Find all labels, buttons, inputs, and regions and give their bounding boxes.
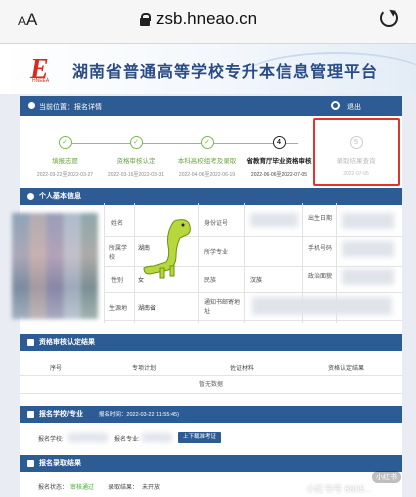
divider bbox=[104, 320, 402, 321]
step-1: ✓ 填报志愿 2022-03-22至2022-03-27 bbox=[25, 136, 105, 178]
address-label: 通知书邮寄地址 bbox=[204, 300, 241, 315]
column-header: 资格认定结果 bbox=[328, 366, 365, 372]
user-icon bbox=[27, 193, 34, 200]
logout-link[interactable]: 退出 bbox=[347, 102, 361, 112]
verification-table-header: 序号 专项计划 佐证材料 资格认定结果 bbox=[20, 356, 402, 376]
flag-icon bbox=[27, 411, 34, 418]
origin-value: 湖南省 bbox=[138, 306, 157, 312]
column-header: 佐证材料 bbox=[230, 366, 255, 372]
empty-table-message: 暂无数据 bbox=[20, 376, 402, 394]
redacted-school bbox=[68, 433, 108, 442]
result-value: 未开放 bbox=[142, 485, 161, 491]
school-label: 报名学校: bbox=[38, 437, 64, 443]
birth-label: 出生日期 bbox=[308, 216, 333, 222]
section-header-school: 报名学校/专业 报名时间：2022-03-22 11:55:45) bbox=[20, 406, 402, 423]
redacted-id bbox=[250, 213, 298, 227]
site-title: 湖南省普通高等学校专升本信息管理平台 bbox=[72, 64, 379, 81]
status-value: 审核通过 bbox=[70, 485, 95, 491]
annotation-highlight bbox=[313, 118, 400, 186]
school-major-row: 报名学校: 报名专业: 上下载准考证 bbox=[20, 423, 402, 453]
school-label: 所属学校 bbox=[109, 246, 128, 261]
step-2: ✓ 资格审核认定 2022-03-16至2022-03-31 bbox=[96, 136, 176, 178]
redacted-major bbox=[142, 433, 172, 442]
step-4: 4 省教育厅毕业资格审核 2022-06-06至2022-07-05 bbox=[239, 136, 319, 178]
progress-steps: ✓ 填报志愿 2022-03-22至2022-03-27 ✓ 资格审核认定 20… bbox=[20, 116, 402, 186]
name-label: 姓名 bbox=[111, 221, 124, 227]
browser-address-bar: AA zsb.hneao.cn bbox=[0, 0, 416, 44]
phone-label: 手机号码 bbox=[308, 246, 333, 252]
result-label: 录取结果： bbox=[108, 485, 139, 491]
breadcrumb: 当前位置：报名详情 bbox=[39, 104, 102, 111]
column-header: 专项计划 bbox=[132, 366, 157, 372]
redacted-birth bbox=[342, 213, 394, 229]
personal-info-grid: 姓名 身份证号 出生日期 所属学校 湖南 所学专业 手机号码 性别 女 民族 汉… bbox=[12, 203, 402, 323]
watermark-text: 小红书号 5805... bbox=[306, 484, 373, 494]
origin-label: 生源地 bbox=[109, 306, 128, 312]
main-panel: ✓ 填报志愿 2022-03-22至2022-03-27 ✓ 资格审核认定 20… bbox=[12, 116, 402, 497]
divider bbox=[104, 292, 402, 293]
dinosaur-sticker bbox=[143, 219, 191, 279]
nav-bar: 当前位置：报名详情 退出 bbox=[20, 96, 402, 116]
step-3: ✓ 本科高校组考及录取 2022-04-06至2022-06-19 bbox=[167, 136, 247, 178]
section-header-verification: 资格审核认定结果 bbox=[20, 334, 402, 351]
politics-label: 政治面貌 bbox=[308, 274, 333, 280]
gender-label: 性别 bbox=[111, 278, 124, 284]
reload-icon[interactable] bbox=[380, 9, 398, 27]
redacted-politics bbox=[342, 269, 394, 285]
location-icon bbox=[28, 102, 35, 109]
id-label: 身份证号 bbox=[204, 221, 229, 227]
lock-icon bbox=[140, 12, 151, 26]
major-label: 报名专业: bbox=[114, 437, 140, 443]
applicant-photo bbox=[12, 213, 98, 319]
divider bbox=[198, 203, 199, 323]
divider bbox=[134, 203, 135, 323]
status-label: 报名状态： bbox=[38, 485, 69, 491]
document-icon bbox=[27, 460, 34, 467]
ethnic-label: 民族 bbox=[204, 278, 217, 284]
column-header: 序号 bbox=[50, 366, 63, 372]
download-ticket-button[interactable]: 上下载准考证 bbox=[178, 432, 222, 443]
major-label: 所学专业 bbox=[204, 250, 229, 256]
step-check-icon: ✓ bbox=[58, 136, 72, 149]
site-banner: E HNEEA 湖南省普通高等学校专升本信息管理平台 bbox=[0, 44, 416, 94]
site-logo: E HNEEA bbox=[30, 54, 50, 85]
section-header-admission: 报名录取结果 bbox=[20, 455, 402, 472]
divider bbox=[104, 203, 105, 323]
watermark-badge: 小红书 bbox=[372, 471, 401, 483]
url-field[interactable]: zsb.hneao.cn bbox=[140, 9, 257, 29]
step-check-icon: ✓ bbox=[200, 136, 214, 149]
redacted-address bbox=[252, 297, 392, 315]
step-check-icon: ✓ bbox=[129, 136, 143, 149]
ethnic-value: 汉族 bbox=[250, 278, 263, 284]
url-text: zsb.hneao.cn bbox=[156, 9, 258, 28]
text-size-button[interactable]: AA bbox=[18, 10, 37, 30]
divider bbox=[244, 203, 245, 323]
redacted-phone bbox=[342, 241, 394, 257]
document-icon bbox=[27, 339, 34, 346]
registration-time: 报名时间：2022-03-22 11:55:45) bbox=[98, 412, 179, 418]
logout-icon[interactable] bbox=[331, 101, 340, 110]
